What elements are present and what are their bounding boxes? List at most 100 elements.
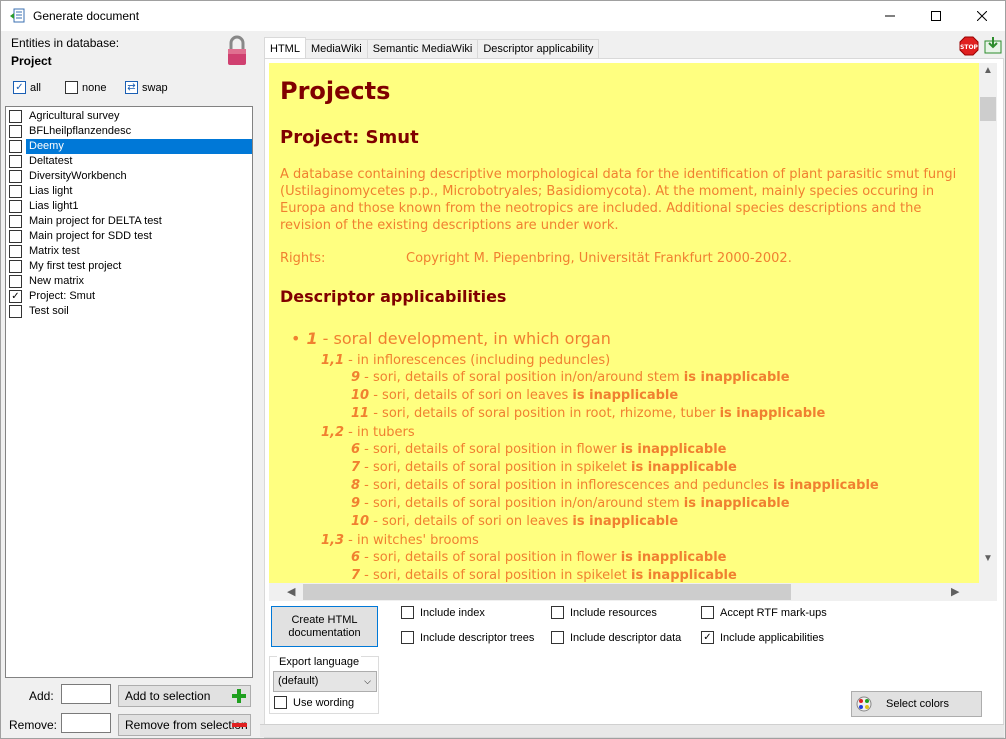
include-resources-option[interactable]: Include resources <box>551 606 657 619</box>
app-icon <box>10 8 25 23</box>
applicability-item: 6 - sori, details of soral position in f… <box>351 550 727 565</box>
include-descriptor-trees-option[interactable]: Include descriptor trees <box>401 631 534 644</box>
applicability-text: - sori, details of soral position in flo… <box>360 550 621 565</box>
checkbox-icon[interactable] <box>701 606 714 619</box>
minus-icon <box>232 723 247 727</box>
applicability-text: - in inflorescences (including peduncles… <box>344 353 611 368</box>
vertical-scrollbar[interactable]: ▲ ▼ <box>979 63 997 583</box>
scroll-right-icon[interactable]: ▶ <box>951 585 959 598</box>
select-none-option[interactable]: none <box>65 81 106 94</box>
list-item[interactable]: Deemy <box>6 139 252 154</box>
list-item-label: Main project for DELTA test <box>29 215 162 227</box>
list-item-label: Lias light <box>29 185 73 197</box>
checkbox-icon[interactable] <box>551 606 564 619</box>
list-item[interactable]: Deltatest <box>6 154 252 169</box>
list-item[interactable]: BFLheilpflanzendesc <box>6 124 252 139</box>
add-input[interactable] <box>61 684 111 704</box>
tab-mediawiki[interactable]: MediaWiki <box>304 39 368 59</box>
scroll-up-icon[interactable]: ▲ <box>983 65 993 76</box>
minimize-button[interactable] <box>867 1 913 31</box>
doc-heading-1: Projects <box>280 77 391 105</box>
applicability-number: 1,2 <box>321 425 345 440</box>
document-preview[interactable]: Projects Project: Smut A database contai… <box>269 63 997 601</box>
select-all-option[interactable]: ✓ all <box>13 81 41 94</box>
scroll-down-icon[interactable]: ▼ <box>983 553 993 564</box>
swap-icon[interactable]: ⇄ <box>125 81 138 94</box>
list-item[interactable]: Lias light <box>6 184 252 199</box>
include-descriptor-data-label: Include descriptor data <box>570 631 682 644</box>
vertical-scroll-thumb[interactable] <box>980 97 996 121</box>
list-item[interactable]: Test soil <box>6 304 252 319</box>
list-item[interactable]: My first test project <box>6 259 252 274</box>
list-item-label: Project: Smut <box>29 290 96 302</box>
list-item[interactable]: Main project for DELTA test <box>6 214 252 229</box>
use-wording-option[interactable]: Use wording <box>274 696 354 709</box>
applicability-item: 9 - sori, details of soral position in/o… <box>351 496 790 511</box>
checkbox-icon[interactable] <box>9 275 22 288</box>
list-item-label: My first test project <box>29 260 122 272</box>
remove-input[interactable] <box>61 713 111 733</box>
tab-descriptor-applicability[interactable]: Descriptor applicability <box>477 39 600 59</box>
list-item[interactable]: New matrix <box>6 274 252 289</box>
checkbox-icon[interactable] <box>9 245 22 258</box>
checkbox-icon[interactable] <box>401 631 414 644</box>
include-index-option[interactable]: Include index <box>401 606 485 619</box>
checkbox-icon[interactable] <box>551 631 564 644</box>
checkbox-icon[interactable] <box>9 260 22 273</box>
checkbox-icon[interactable] <box>9 230 22 243</box>
checkbox-icon[interactable] <box>9 125 22 138</box>
checkbox-icon[interactable] <box>9 155 22 168</box>
checkbox-icon[interactable]: ✓ <box>13 81 26 94</box>
checkbox-icon[interactable] <box>9 200 22 213</box>
applicability-item: 1,2 - in tubers <box>321 425 415 440</box>
checkbox-icon[interactable] <box>9 185 22 198</box>
list-item[interactable]: Agricultural survey <box>6 109 252 124</box>
horizontal-scrollbar[interactable]: ◀ ▶ <box>269 583 979 601</box>
list-item[interactable]: Main project for SDD test <box>6 229 252 244</box>
applicability-status: is inapplicable <box>772 478 879 493</box>
maximize-icon <box>931 11 941 21</box>
remove-from-selection-button[interactable]: Remove from selection <box>118 714 251 736</box>
tab-html[interactable]: HTML <box>264 37 306 59</box>
include-applicabilities-option[interactable]: ✓ Include applicabilities <box>701 631 824 644</box>
select-colors-button[interactable]: Select colors <box>851 691 982 717</box>
add-to-selection-button[interactable]: Add to selection <box>118 685 251 707</box>
lock-icon[interactable] <box>225 35 249 67</box>
checkbox-icon[interactable] <box>65 81 78 94</box>
entity-list[interactable]: Agricultural survey BFLheilpflanzendesc De… <box>5 106 253 678</box>
include-resources-label: Include resources <box>570 606 657 619</box>
include-descriptor-data-option[interactable]: Include descriptor data <box>551 631 681 644</box>
stop-icon[interactable]: STOP <box>959 36 979 56</box>
checkbox-icon[interactable] <box>274 696 287 709</box>
checkbox-icon[interactable] <box>9 170 22 183</box>
close-button[interactable] <box>959 1 1005 31</box>
export-language-select[interactable]: (default) ⌵ <box>273 671 377 692</box>
create-html-documentation-button[interactable]: Create HTML documentation <box>271 606 378 647</box>
applicability-item: • 1 - soral development, in which organ <box>291 329 611 348</box>
scroll-left-icon[interactable]: ◀ <box>287 585 295 598</box>
export-icon[interactable] <box>983 35 1003 55</box>
maximize-button[interactable] <box>913 1 959 31</box>
checkbox-icon[interactable] <box>401 606 414 619</box>
list-item[interactable]: ✓ Project: Smut <box>6 289 252 304</box>
select-colors-label: Select colors <box>886 698 949 710</box>
list-item-label: Deltatest <box>29 155 73 167</box>
tab-semantic-mediawiki[interactable]: Semantic MediaWiki <box>366 39 479 59</box>
applicability-number: 10 <box>351 514 370 529</box>
rights-label: Rights: <box>280 251 326 266</box>
checkbox-icon[interactable] <box>9 305 22 318</box>
accept-rtf-markups-option[interactable]: Accept RTF mark-ups <box>701 606 827 619</box>
status-strip <box>260 724 1004 737</box>
checkbox-icon[interactable] <box>9 110 22 123</box>
list-item[interactable]: Lias light1 <box>6 199 252 214</box>
checkbox-icon[interactable] <box>9 140 22 153</box>
swap-option[interactable]: ⇄ swap <box>125 81 168 94</box>
list-item[interactable]: DiversityWorkbench <box>6 169 252 184</box>
list-item[interactable]: Matrix test <box>6 244 252 259</box>
list-item-label: Agricultural survey <box>29 110 120 122</box>
checkbox-icon[interactable]: ✓ <box>701 631 714 644</box>
checkbox-icon[interactable] <box>9 215 22 228</box>
checkbox-icon[interactable]: ✓ <box>9 290 22 303</box>
horizontal-scroll-thumb[interactable] <box>303 584 791 600</box>
applicability-item: 7 - sori, details of soral position in s… <box>351 460 737 475</box>
